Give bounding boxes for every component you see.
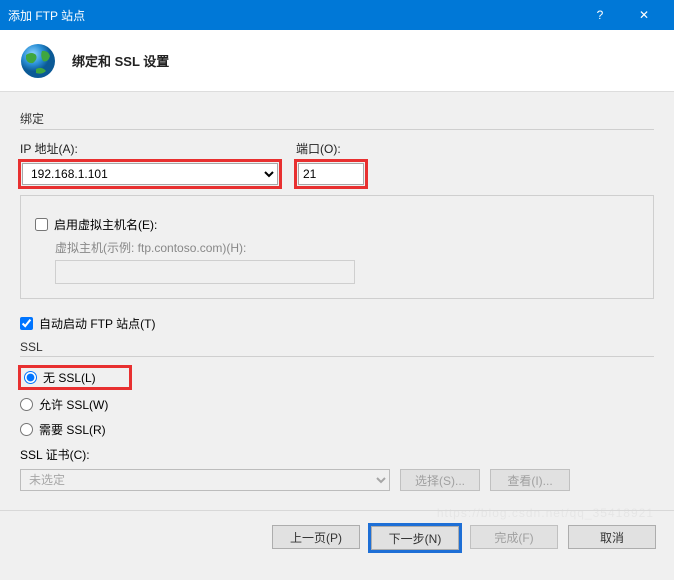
next-button[interactable]: 下一步(N)	[371, 526, 459, 550]
ssl-none-radio[interactable]	[24, 371, 37, 384]
autostart-label: 自动启动 FTP 站点(T)	[39, 315, 155, 332]
window-title: 添加 FTP 站点	[8, 7, 578, 24]
globe-icon	[18, 41, 58, 81]
vhost-input-disabled	[55, 260, 355, 284]
wizard-content: 绑定 IP 地址(A): 192.168.1.101 端口(O):	[0, 92, 674, 510]
ip-address-select[interactable]: 192.168.1.101	[22, 163, 278, 185]
cert-view-button: 查看(I)...	[490, 469, 570, 491]
enable-vhost-label: 启用虚拟主机名(E):	[54, 216, 157, 233]
ssl-section-label: SSL	[20, 340, 654, 354]
wizard-footer: 上一页(P) 下一步(N) 完成(F) 取消	[0, 510, 674, 565]
titlebar: 添加 FTP 站点 ? ✕	[0, 0, 674, 30]
binding-section-label: 绑定	[20, 110, 654, 127]
port-input[interactable]	[298, 163, 364, 185]
binding-divider	[20, 129, 654, 130]
vhost-hint-label: 虚拟主机(示例: ftp.contoso.com)(H):	[55, 239, 639, 256]
ssl-allow-radio[interactable]	[20, 398, 33, 411]
autostart-checkbox[interactable]	[20, 317, 33, 330]
ssl-none-label: 无 SSL(L)	[43, 369, 96, 386]
ssl-divider	[20, 356, 654, 357]
wizard-header: 绑定和 SSL 设置	[0, 30, 674, 92]
help-icon: ?	[597, 8, 604, 22]
close-button[interactable]: ✕	[622, 0, 666, 30]
ip-address-label: IP 地址(A):	[20, 140, 280, 157]
ssl-require-radio[interactable]	[20, 423, 33, 436]
ssl-allow-label: 允许 SSL(W)	[39, 396, 108, 413]
finish-button: 完成(F)	[470, 525, 558, 549]
prev-button[interactable]: 上一页(P)	[272, 525, 360, 549]
port-label: 端口(O):	[296, 140, 366, 157]
cancel-button[interactable]: 取消	[568, 525, 656, 549]
close-icon: ✕	[639, 8, 649, 22]
enable-vhost-checkbox[interactable]	[35, 218, 48, 231]
cert-select-button: 选择(S)...	[400, 469, 480, 491]
ssl-cert-select: 未选定	[20, 469, 390, 491]
help-button[interactable]: ?	[578, 0, 622, 30]
page-title: 绑定和 SSL 设置	[72, 51, 169, 70]
binding-fieldset: IP 地址(A): 192.168.1.101 端口(O): 启用虚拟主机名(E…	[20, 140, 654, 299]
ssl-require-label: 需要 SSL(R)	[39, 421, 106, 438]
ssl-cert-label: SSL 证书(C):	[20, 446, 654, 463]
